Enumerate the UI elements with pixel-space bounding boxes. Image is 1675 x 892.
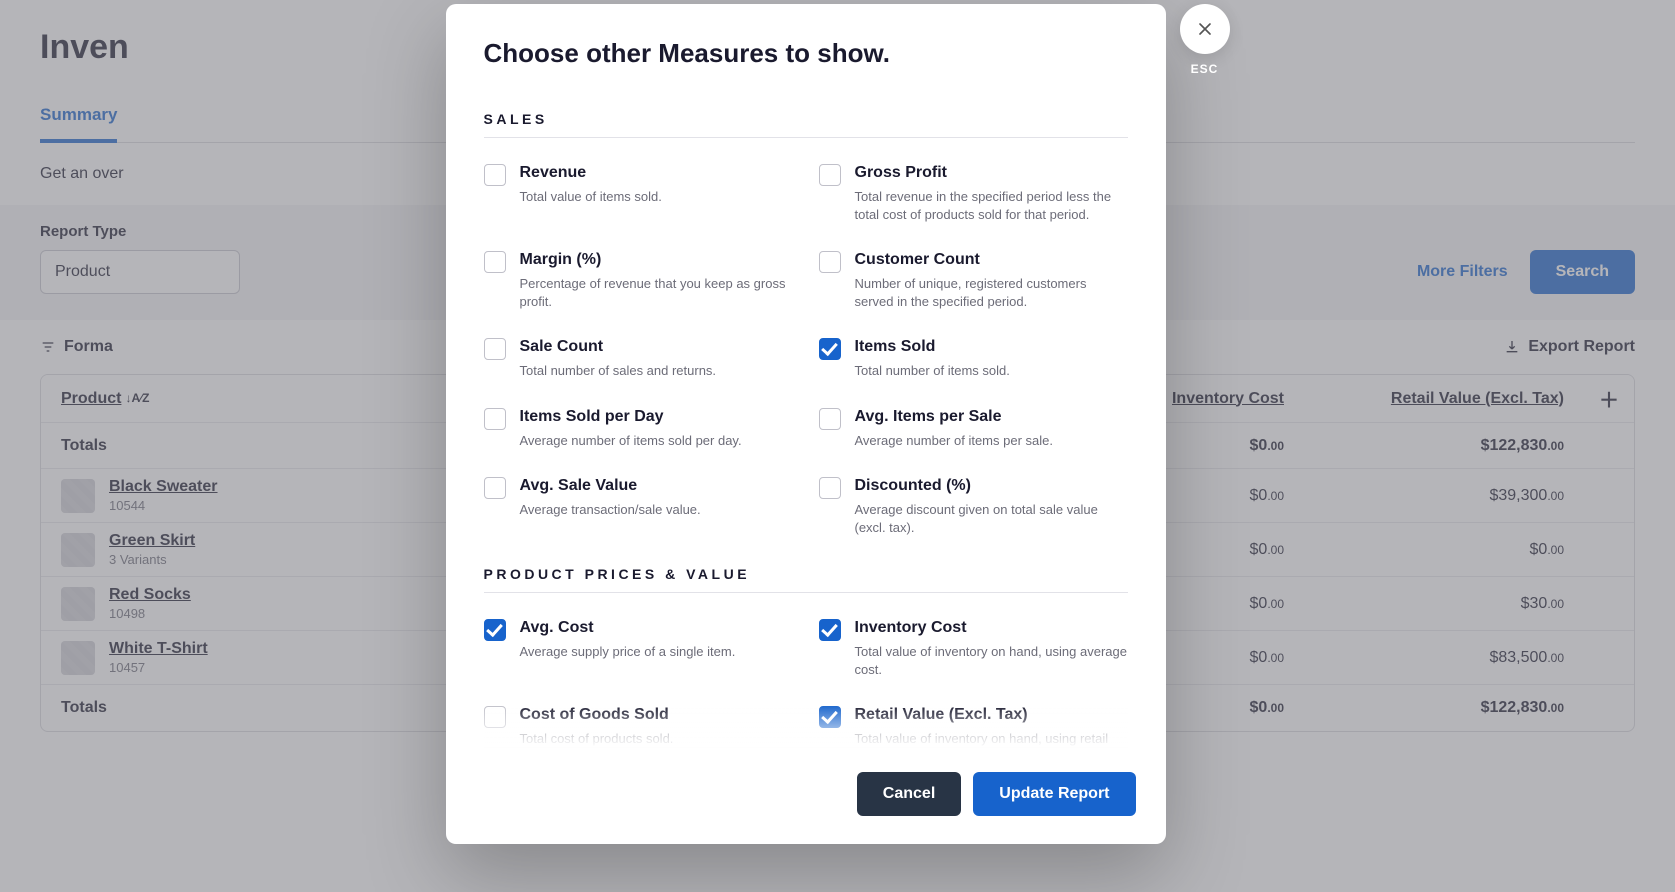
modal-wrapper: Choose other Measures to show. Sales Rev… xyxy=(446,4,1230,844)
checkbox[interactable] xyxy=(819,706,841,728)
checkbox[interactable] xyxy=(484,338,506,360)
opt-customer-count[interactable]: Customer CountNumber of unique, register… xyxy=(819,251,1128,310)
close-icon xyxy=(1195,19,1215,39)
opt-avg-sale-value[interactable]: Avg. Sale ValueAverage transaction/sale … xyxy=(484,477,793,536)
section-sales-options: RevenueTotal value of items sold. Gross … xyxy=(484,138,1128,546)
opt-cogs[interactable]: Cost of Goods SoldTotal cost of products… xyxy=(484,706,793,748)
update-report-button[interactable]: Update Report xyxy=(973,772,1135,816)
opt-avg-items-per-sale[interactable]: Avg. Items per SaleAverage number of ite… xyxy=(819,408,1128,450)
opt-sale-count[interactable]: Sale CountTotal number of sales and retu… xyxy=(484,338,793,380)
checkbox[interactable] xyxy=(484,251,506,273)
opt-avg-cost[interactable]: Avg. CostAverage supply price of a singl… xyxy=(484,619,793,678)
opt-margin[interactable]: Margin (%)Percentage of revenue that you… xyxy=(484,251,793,310)
modal-title: Choose other Measures to show. xyxy=(484,38,1128,69)
checkbox[interactable] xyxy=(819,619,841,641)
opt-inventory-cost[interactable]: Inventory CostTotal value of inventory o… xyxy=(819,619,1128,678)
checkbox[interactable] xyxy=(819,251,841,273)
checkbox[interactable] xyxy=(484,477,506,499)
opt-items-sold-per-day[interactable]: Items Sold per DayAverage number of item… xyxy=(484,408,793,450)
opt-items-sold[interactable]: Items SoldTotal number of items sold. xyxy=(819,338,1128,380)
opt-discounted[interactable]: Discounted (%)Average discount given on … xyxy=(819,477,1128,536)
close-button[interactable] xyxy=(1180,4,1230,54)
checkbox[interactable] xyxy=(819,477,841,499)
modal-body[interactable]: Sales RevenueTotal value of items sold. … xyxy=(446,69,1166,748)
choose-measures-modal: Choose other Measures to show. Sales Rev… xyxy=(446,4,1166,844)
checkbox[interactable] xyxy=(484,164,506,186)
section-prices-options: Avg. CostAverage supply price of a singl… xyxy=(484,593,1128,748)
checkbox[interactable] xyxy=(484,408,506,430)
cancel-button[interactable]: Cancel xyxy=(857,772,961,816)
esc-label: ESC xyxy=(1191,62,1219,76)
checkbox[interactable] xyxy=(484,706,506,728)
opt-retail-value[interactable]: Retail Value (Excl. Tax)Total value of i… xyxy=(819,706,1128,748)
checkbox[interactable] xyxy=(819,338,841,360)
opt-gross-profit[interactable]: Gross ProfitTotal revenue in the specifi… xyxy=(819,164,1128,223)
checkbox[interactable] xyxy=(819,164,841,186)
opt-revenue[interactable]: RevenueTotal value of items sold. xyxy=(484,164,793,223)
checkbox[interactable] xyxy=(484,619,506,641)
modal-footer: Cancel Update Report xyxy=(446,748,1166,844)
section-prices-label: Product Prices & Value xyxy=(484,546,1128,593)
section-sales-label: Sales xyxy=(484,91,1128,138)
close-control: ESC xyxy=(1180,4,1230,76)
checkbox[interactable] xyxy=(819,408,841,430)
